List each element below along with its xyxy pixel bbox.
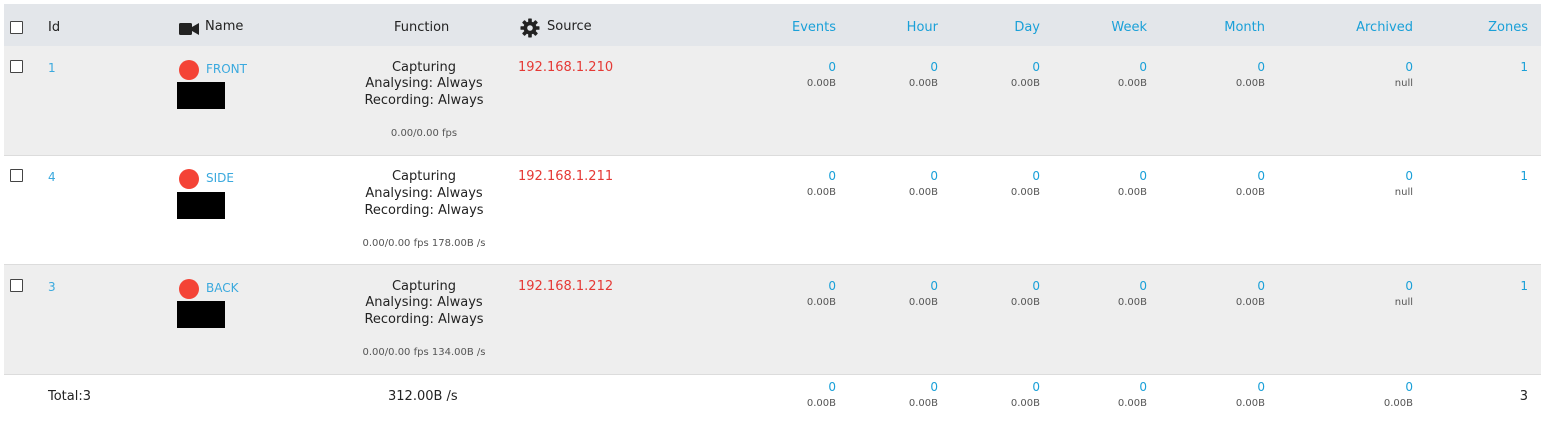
events-size: 0.00B	[806, 187, 836, 198]
fps-readout: 0.00/0.00 fps	[390, 128, 458, 139]
day-size: 0.00B	[1010, 78, 1040, 89]
total-week-count[interactable]: 0	[1067, 380, 1147, 394]
function-recording: Recording: Always	[364, 93, 484, 108]
monitor-thumbnail[interactable]	[177, 301, 225, 328]
day-size: 0.00B	[1010, 187, 1040, 198]
hour-size: 0.00B	[908, 187, 938, 198]
archived-size: null	[1394, 78, 1413, 89]
monitor-name-link[interactable]: BACK	[206, 281, 238, 295]
week-count[interactable]: 0	[1067, 60, 1147, 74]
fps-readout: 0.00/0.00 fps 134.00B /s	[362, 347, 486, 358]
events-count[interactable]: 0	[756, 60, 836, 74]
total-count: Total:3	[48, 389, 92, 404]
hour-size: 0.00B	[908, 297, 938, 308]
archived-count[interactable]: 0	[1313, 60, 1413, 74]
column-header-source[interactable]: Source	[547, 19, 592, 34]
day-size: 0.00B	[1010, 297, 1040, 308]
function-recording: Recording: Always	[364, 203, 484, 218]
archived-count[interactable]: 0	[1313, 169, 1413, 183]
column-header-name[interactable]: Name	[205, 19, 243, 34]
zones-link[interactable]: 1	[1448, 60, 1528, 74]
month-size: 0.00B	[1235, 187, 1265, 198]
monitor-thumbnail[interactable]	[177, 192, 225, 219]
total-hour-size: 0.00B	[908, 398, 938, 409]
select-all-checkbox[interactable]	[10, 21, 23, 34]
day-count[interactable]: 0	[960, 60, 1040, 74]
status-dot	[179, 169, 199, 189]
row-checkbox[interactable]	[10, 60, 23, 73]
fps-readout: 0.00/0.00 fps 178.00B /s	[362, 238, 486, 249]
monitor-source[interactable]: 192.168.1.210	[518, 60, 613, 75]
week-count[interactable]: 0	[1067, 169, 1147, 183]
function-capturing[interactable]: Capturing	[334, 168, 514, 185]
function-capturing[interactable]: Capturing	[334, 59, 514, 76]
total-bandwidth: 312.00B /s	[388, 389, 458, 404]
monitor-id-link[interactable]: 4	[48, 170, 56, 184]
function-capturing[interactable]: Capturing	[334, 278, 514, 295]
monitor-source[interactable]: 192.168.1.211	[518, 169, 613, 184]
total-archived-count[interactable]: 0	[1313, 380, 1413, 394]
column-header-hour[interactable]: Hour	[858, 20, 938, 35]
zones-link[interactable]: 1	[1448, 169, 1528, 183]
events-count[interactable]: 0	[756, 279, 836, 293]
zones-link[interactable]: 1	[1448, 279, 1528, 293]
month-count[interactable]: 0	[1185, 279, 1265, 293]
column-header-archived[interactable]: Archived	[1313, 20, 1413, 35]
monitor-thumbnail[interactable]	[177, 82, 225, 109]
week-size: 0.00B	[1117, 297, 1147, 308]
events-size: 0.00B	[806, 78, 836, 89]
status-dot	[179, 279, 199, 299]
month-count[interactable]: 0	[1185, 169, 1265, 183]
hour-size: 0.00B	[908, 78, 938, 89]
video-camera-icon	[179, 21, 199, 40]
column-header-week[interactable]: Week	[1067, 20, 1147, 35]
hour-count[interactable]: 0	[858, 60, 938, 74]
hour-count[interactable]: 0	[858, 279, 938, 293]
column-header-function[interactable]: Function	[394, 20, 449, 35]
day-count[interactable]: 0	[960, 169, 1040, 183]
monitor-name-link[interactable]: FRONT	[206, 62, 247, 76]
month-size: 0.00B	[1235, 78, 1265, 89]
monitor-id-link[interactable]: 3	[48, 280, 56, 294]
total-day-count[interactable]: 0	[960, 380, 1040, 394]
column-header-id[interactable]: Id	[48, 20, 60, 35]
total-month-size: 0.00B	[1235, 398, 1265, 409]
total-hour-count[interactable]: 0	[858, 380, 938, 394]
total-archived-size: 0.00B	[1383, 398, 1413, 409]
monitor-name-link[interactable]: SIDE	[206, 171, 234, 185]
function-analysing: Analysing: Always	[365, 186, 483, 201]
gear-icon	[520, 18, 540, 42]
total-month-count[interactable]: 0	[1185, 380, 1265, 394]
row-checkbox[interactable]	[10, 169, 23, 182]
total-events-count[interactable]: 0	[756, 380, 836, 394]
archived-size: null	[1394, 297, 1413, 308]
status-dot	[179, 60, 199, 80]
day-count[interactable]: 0	[960, 279, 1040, 293]
total-events-size: 0.00B	[806, 398, 836, 409]
week-size: 0.00B	[1117, 187, 1147, 198]
monitor-source[interactable]: 192.168.1.212	[518, 279, 613, 294]
total-day-size: 0.00B	[1010, 398, 1040, 409]
function-analysing: Analysing: Always	[365, 295, 483, 310]
week-size: 0.00B	[1117, 78, 1147, 89]
row-divider	[4, 374, 1541, 375]
function-analysing: Analysing: Always	[365, 76, 483, 91]
column-header-events[interactable]: Events	[756, 20, 836, 35]
month-count[interactable]: 0	[1185, 60, 1265, 74]
monitor-id-link[interactable]: 1	[48, 61, 56, 75]
column-header-zones[interactable]: Zones	[1448, 20, 1528, 35]
total-week-size: 0.00B	[1117, 398, 1147, 409]
events-count[interactable]: 0	[756, 169, 836, 183]
month-size: 0.00B	[1235, 297, 1265, 308]
column-header-month[interactable]: Month	[1185, 20, 1265, 35]
column-header-day[interactable]: Day	[960, 20, 1040, 35]
hour-count[interactable]: 0	[858, 169, 938, 183]
archived-size: null	[1394, 187, 1413, 198]
total-zones: 3	[1519, 389, 1528, 404]
archived-count[interactable]: 0	[1313, 279, 1413, 293]
week-count[interactable]: 0	[1067, 279, 1147, 293]
function-recording: Recording: Always	[364, 312, 484, 327]
events-size: 0.00B	[806, 297, 836, 308]
row-checkbox[interactable]	[10, 279, 23, 292]
